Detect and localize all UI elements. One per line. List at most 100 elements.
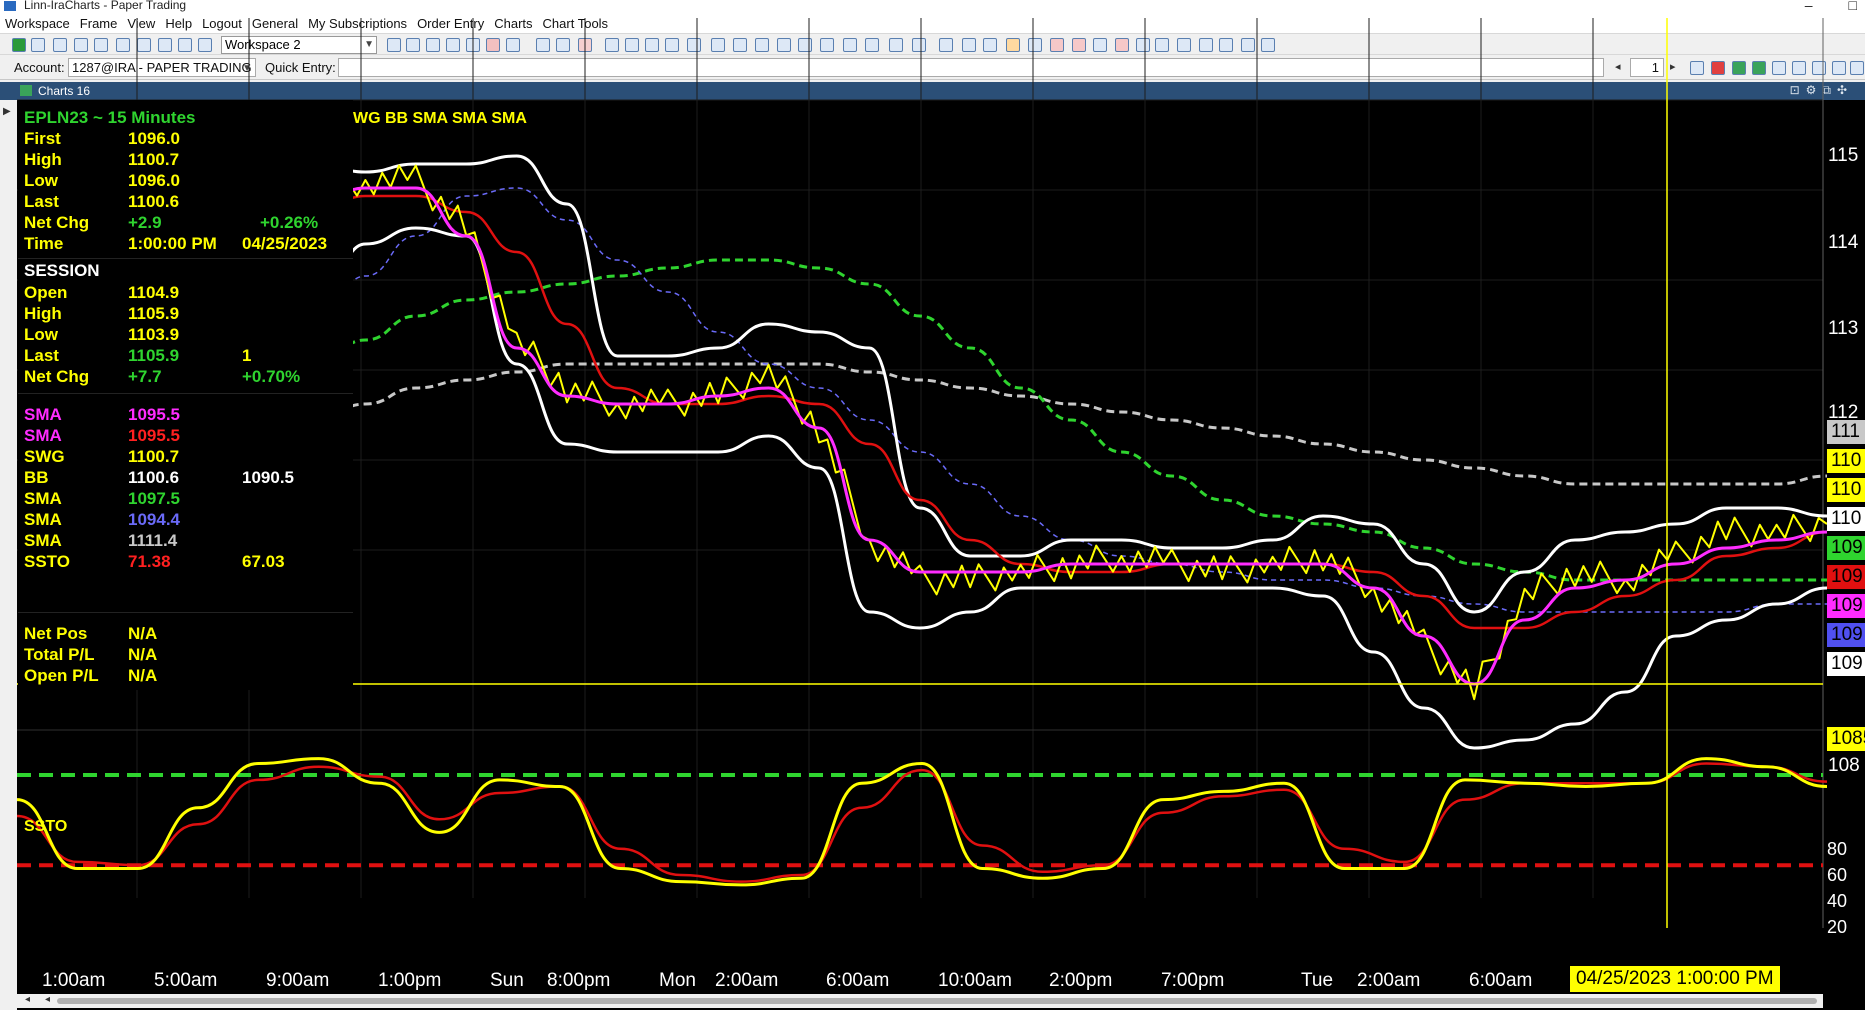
bollinger-upper-line	[314, 154, 1828, 614]
price-tag-last: 110	[1827, 449, 1865, 473]
time-tick: Mon	[659, 970, 696, 991]
time-tick: 9:00am	[266, 970, 330, 991]
chart-series	[314, 154, 1828, 750]
study-value: 1097.5	[128, 489, 180, 508]
time-tick: 5:00am	[154, 970, 218, 991]
time-tick: 6:00am	[1469, 970, 1533, 991]
session-label: High	[24, 304, 62, 323]
time-cursor-label: 04/25/2023 1:00:00 PM	[1570, 966, 1780, 992]
scrollbar-thumb[interactable]	[57, 998, 1817, 1004]
study-label: SMA	[24, 426, 62, 445]
ssto-pane-title: SSTO	[24, 818, 68, 835]
bar-label: Time	[24, 234, 64, 253]
bar-label: First	[24, 129, 61, 148]
time-tick: 7:00pm	[1161, 970, 1225, 991]
divider	[18, 612, 353, 613]
session-value: 1105.9	[128, 346, 180, 365]
price-tick: 108	[1828, 755, 1860, 776]
time-tick: 2:00am	[715, 970, 779, 991]
ssto-tick: 20	[1827, 917, 1848, 937]
study-label: BB	[24, 468, 49, 487]
maximize-icon[interactable]: □	[1849, 0, 1857, 13]
bar-value: 1096.0	[128, 171, 180, 190]
ssto-axis: 80 60 40 20	[1823, 835, 1865, 965]
session-extra: 1	[242, 346, 252, 365]
study-value: 1095.5	[128, 426, 180, 445]
time-tick: 1:00pm	[378, 970, 442, 991]
bar-value: 1100.6	[128, 192, 180, 211]
study-extra: 67.03	[242, 552, 285, 571]
price-tag-bb-upper: 110	[1827, 507, 1865, 531]
study-label: SMA	[24, 510, 62, 529]
symbol-title: EPLN23 ~ 15 Minutes	[24, 108, 196, 127]
session-extra: +0.70%	[242, 367, 301, 386]
study-label: SWG	[24, 447, 65, 466]
study-label: SMA	[24, 531, 62, 550]
time-tick: 1:00am	[42, 970, 106, 991]
ssto-tick: 80	[1827, 839, 1848, 859]
bar-value: +2.9	[128, 213, 162, 232]
sma-gray-line	[314, 362, 1828, 486]
position-value: N/A	[128, 666, 158, 685]
minimize-icon[interactable]: –	[1805, 0, 1813, 13]
price-tag-crosshair: 1085	[1827, 727, 1865, 751]
price-tag-sma-red: 109	[1827, 565, 1865, 589]
session-label: Net Chg	[24, 367, 90, 386]
study-legend: WG BB SMA SMA SMA	[353, 110, 527, 127]
sma-magenta-line	[314, 186, 1828, 686]
scroll-left-alt-icon[interactable]: ◂	[45, 994, 50, 1005]
window-controls: – □	[1805, 0, 1857, 13]
bar-label: High	[24, 150, 62, 169]
bar-value: 1:00:00 PM	[128, 234, 217, 253]
time-tick: Tue	[1301, 970, 1334, 991]
data-window: EPLN23 ~ 15 Minutes First 1096.0 High 11…	[18, 100, 353, 690]
study-value: 1094.4	[128, 510, 180, 529]
session-value: 1105.9	[128, 304, 180, 323]
app-window: Linn-IraCharts - Paper Trading – □ Works…	[0, 0, 1865, 1010]
left-strip: ▶	[0, 100, 17, 1010]
session-label: Last	[24, 346, 59, 365]
time-axis[interactable]: 1:00am 5:00am 9:00am 1:00pm Sun 8:00pm M…	[17, 966, 1823, 994]
time-tick: 10:00am	[938, 970, 1012, 991]
price-tag-sma-green: 109	[1827, 536, 1865, 560]
study-label: SMA	[24, 489, 62, 508]
bar-extra: 04/25/2023	[242, 234, 328, 253]
price-tag-sma-magenta: 109	[1827, 594, 1865, 618]
price-tick: 113	[1828, 318, 1859, 339]
price-line	[314, 164, 1828, 701]
session-value: +7.7	[128, 367, 162, 386]
bar-value: 1100.7	[128, 150, 180, 169]
session-label: Low	[24, 325, 58, 344]
study-value: 1095.5	[128, 405, 180, 424]
horizontal-scrollbar[interactable]: ◂ ◂	[17, 994, 1823, 1008]
divider	[18, 258, 353, 259]
session-value: 1103.9	[128, 325, 180, 344]
window-title: Linn-IraCharts - Paper Trading	[24, 0, 187, 12]
session-title: SESSION	[24, 261, 100, 280]
price-tag-sma-gray: 111	[1827, 420, 1865, 444]
study-value: 1100.6	[128, 468, 180, 487]
price-tag-bb-lower: 109	[1827, 652, 1865, 676]
session-label: Open	[24, 283, 68, 302]
bar-extra: +0.26%	[260, 213, 319, 232]
time-tick: Sun	[490, 970, 524, 991]
time-tick: 8:00pm	[547, 970, 611, 991]
study-extra: 1090.5	[242, 468, 294, 487]
triangle-right-icon[interactable]: ▶	[3, 106, 11, 117]
title-bar: Linn-IraCharts - Paper Trading – □	[0, 0, 1865, 14]
study-value: 71.38	[128, 552, 171, 571]
position-value: N/A	[128, 645, 158, 664]
position-label: Open P/L	[24, 666, 99, 685]
divider	[18, 393, 353, 394]
study-value: 1100.7	[128, 447, 180, 466]
bar-value: 1096.0	[128, 129, 180, 148]
scroll-left-icon[interactable]: ◂	[25, 994, 30, 1005]
position-value: N/A	[128, 624, 158, 643]
time-tick: 2:00am	[1357, 970, 1421, 991]
bar-label: Net Chg	[24, 213, 90, 232]
price-axis[interactable]: 115 114 113 112 108 111 110 110 110 109 …	[1823, 100, 1865, 808]
sma-green-line	[314, 258, 1827, 582]
bollinger-lower-line	[314, 226, 1828, 750]
price-tag-sma-blue: 109	[1827, 623, 1865, 647]
time-tick: 2:00pm	[1049, 970, 1113, 991]
